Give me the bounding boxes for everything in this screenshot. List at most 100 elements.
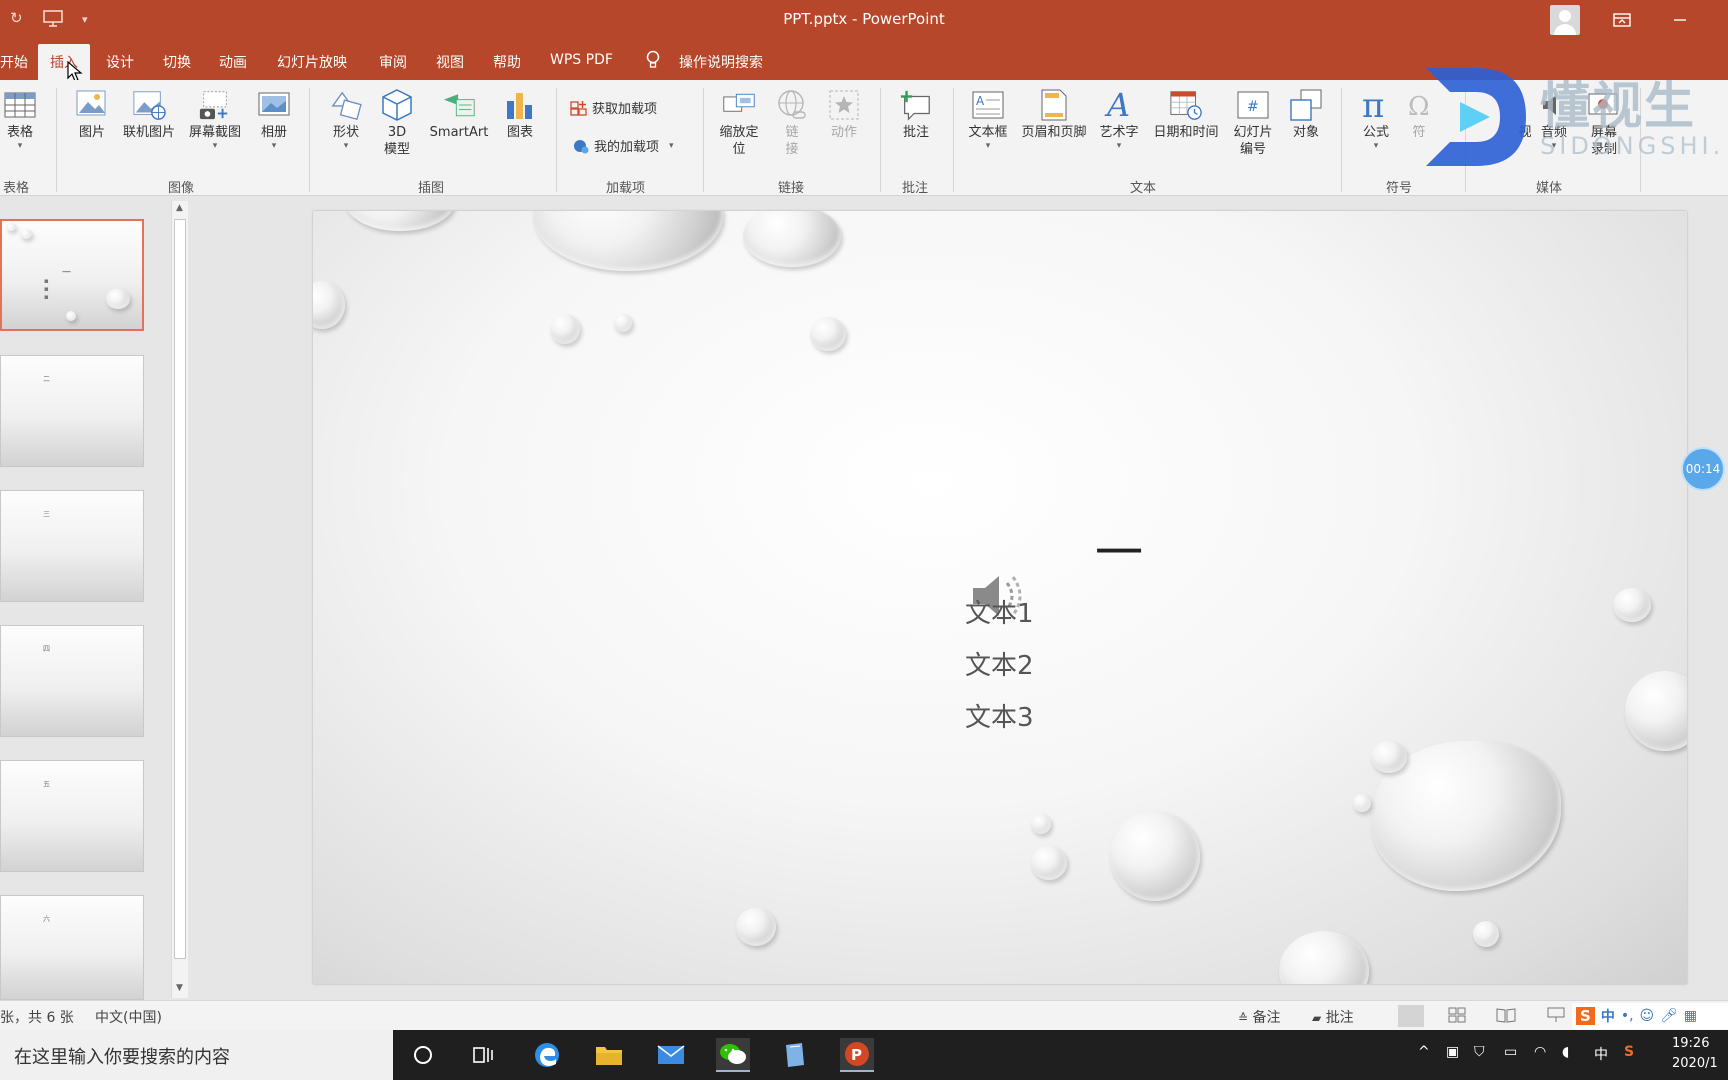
comment-button[interactable]: 批注 [896, 88, 936, 141]
tab-help[interactable]: 帮助 [493, 52, 521, 72]
scroll-up-icon[interactable]: ▲ [176, 203, 183, 213]
tab-design[interactable]: 设计 [106, 52, 134, 72]
globe-link-icon [775, 88, 809, 122]
input-method-indicator[interactable]: 中 [1594, 1044, 1608, 1064]
emoji-icon: ☺ [1639, 1008, 1655, 1024]
notes-app-icon[interactable] [778, 1038, 812, 1072]
tell-me-search[interactable]: 操作说明搜索 [679, 52, 763, 72]
slide-canvas[interactable]: 一 文本1 文本2 文本3 [313, 211, 1687, 984]
account-avatar[interactable] [1550, 4, 1580, 36]
slide-thumbnail-4[interactable]: 四 [0, 625, 144, 737]
windows-taskbar: 在这里输入你要搜索的内容 P ^ ▣ ⛉ ▭ ◠ ◖ 中 S 19:26 202… [0, 1030, 1728, 1080]
tab-slideshow[interactable]: 幻灯片放映 [277, 52, 347, 72]
ribbon-display-options-icon[interactable] [1612, 4, 1632, 36]
tab-review[interactable]: 审阅 [379, 52, 407, 72]
smartart-button[interactable]: SmartArt [424, 88, 494, 141]
table-button[interactable]: 表格 ▾ [0, 88, 40, 151]
object-button[interactable]: 对象 [1286, 88, 1326, 141]
my-addins-dropdown-icon[interactable]: ▾ [669, 141, 674, 151]
file-explorer-icon[interactable] [592, 1038, 626, 1072]
tab-wps-pdf[interactable]: WPS PDF [550, 52, 613, 68]
slide-thumbnail-5[interactable]: 五 [0, 760, 144, 872]
shapes-icon [329, 88, 363, 122]
chart-button[interactable]: 图表 [500, 88, 540, 141]
tab-transitions[interactable]: 切换 [163, 52, 191, 72]
volume-icon[interactable]: ◖ [1562, 1044, 1569, 1060]
slide-thumbnail-6[interactable]: 六 [0, 895, 144, 1000]
slideshow-view-icon[interactable] [1546, 1007, 1566, 1027]
cube-icon [380, 88, 414, 122]
slide-count-status: 张，共 6 张 [0, 1010, 74, 1026]
edge-browser-icon[interactable] [530, 1038, 564, 1072]
task-view-icon[interactable] [466, 1038, 500, 1072]
notes-button[interactable]: ≙ 备注 [1238, 1007, 1281, 1027]
mail-icon[interactable] [654, 1038, 688, 1072]
slide-thumbnail-1[interactable]: — ▪ ▪ ▪ [0, 219, 144, 331]
wordart-button[interactable]: A 艺术字 ▾ [1096, 88, 1142, 151]
watermark-logo-icon [1426, 68, 1526, 166]
language-status[interactable]: 中文(中国) [95, 1007, 162, 1027]
get-addins-button[interactable]: 获取加载项 [570, 98, 657, 117]
cortana-icon[interactable] [406, 1038, 440, 1072]
group-label-images: 图像 [168, 181, 195, 196]
tab-animations[interactable]: 动画 [219, 52, 247, 72]
slide-thumbnail-2[interactable]: 二 [0, 355, 144, 467]
scroll-down-icon[interactable]: ▼ [176, 983, 183, 993]
action-button[interactable]: 动作 [824, 88, 864, 141]
picture-button[interactable]: 图片 [70, 88, 114, 141]
screenshot-button[interactable]: 屏幕截图 ▾ [184, 88, 246, 151]
sogou-ime-toolbar[interactable]: S 中 •, ☺ 🎤︎ ▦ [1572, 1003, 1728, 1029]
star-action-icon [827, 88, 861, 122]
group-label-links: 链接 [778, 181, 805, 196]
online-picture-button[interactable]: 联机图片 [118, 88, 180, 141]
show-hidden-icons-icon[interactable]: ^ [1418, 1044, 1430, 1060]
minimize-icon[interactable] [1672, 4, 1688, 36]
date-time-button[interactable]: 日期和时间 [1146, 88, 1226, 141]
slide-number-button[interactable]: # 幻灯片 编号 [1228, 88, 1278, 158]
zoom-slide-icon [722, 88, 756, 122]
scrollbar-thumb[interactable] [174, 219, 186, 959]
textbox-button[interactable]: A 文本框 ▾ [964, 88, 1012, 151]
equation-button[interactable]: π 公式 ▾ [1356, 88, 1396, 151]
photo-album-button[interactable]: 相册 ▾ [254, 88, 294, 151]
window-title: PPT.pptx - PowerPoint [783, 10, 945, 28]
system-clock[interactable]: 19:26 2020/1 [1672, 1034, 1718, 1074]
comments-button[interactable]: ▰ 批注 [1312, 1007, 1354, 1027]
online-picture-icon [132, 88, 166, 122]
user-avatar-icon [1550, 5, 1580, 35]
wifi-icon[interactable]: ◠ [1534, 1044, 1546, 1060]
link-button[interactable]: 链 接 [772, 88, 812, 158]
3d-models-button[interactable]: 3D 模型 [376, 88, 418, 158]
taskbar-search-box[interactable]: 在这里输入你要搜索的内容 [0, 1030, 393, 1080]
group-label-addins: 加载项 [606, 181, 646, 196]
slide-text-1[interactable]: 文本1 [965, 593, 1034, 630]
powerpoint-app-icon[interactable]: P [840, 1038, 874, 1072]
security-shield-icon[interactable]: ⛉ [1474, 1044, 1485, 1060]
slide-number-icon: # [1236, 88, 1270, 122]
table-icon [3, 88, 37, 122]
reading-view-icon[interactable] [1496, 1007, 1516, 1027]
tab-home[interactable]: 开始 [0, 52, 28, 72]
slide-sorter-icon[interactable] [1448, 1007, 1466, 1027]
slide-thumbnail-3[interactable]: 三 [0, 490, 144, 602]
watermark-text: 懂视生 [1540, 77, 1696, 135]
my-addins-button[interactable]: 我的加载项 ▾ [572, 136, 674, 155]
tray-app-icon[interactable]: ▣ [1446, 1044, 1459, 1060]
thumbnail-scrollbar[interactable]: ▲ ▼ [171, 201, 188, 998]
wechat-icon[interactable] [716, 1038, 750, 1072]
battery-icon[interactable]: ▭ [1504, 1044, 1517, 1060]
shapes-button[interactable]: 形状 ▾ [326, 88, 366, 151]
sogou-tray-icon[interactable]: S [1624, 1044, 1634, 1060]
svg-text:π: π [1362, 88, 1384, 122]
group-label-tables: 表格 [3, 181, 30, 196]
tab-view[interactable]: 视图 [436, 52, 464, 72]
header-footer-button[interactable]: 页眉和页脚 [1016, 88, 1092, 141]
recording-timer-bubble[interactable]: 00:14 [1681, 447, 1725, 491]
zoom-button[interactable]: 缩放定 位 [714, 88, 764, 158]
slide-text-2[interactable]: 文本2 [965, 645, 1034, 682]
group-label-media: 媒体 [1536, 181, 1563, 196]
slide-title[interactable]: 一 [1095, 513, 1143, 583]
group-label-symbols: 符号 [1386, 181, 1413, 196]
normal-view-icon[interactable] [1398, 1005, 1424, 1027]
slide-text-3[interactable]: 文本3 [965, 697, 1034, 734]
